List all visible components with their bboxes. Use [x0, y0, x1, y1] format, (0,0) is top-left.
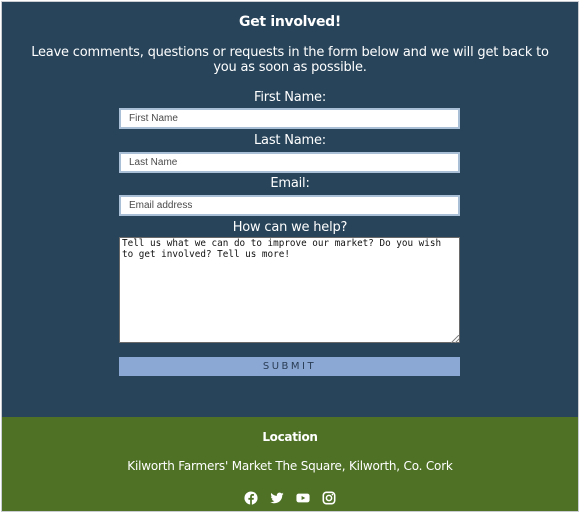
resize-handle[interactable] — [451, 335, 459, 343]
help-textarea[interactable] — [119, 237, 460, 343]
first-name-field[interactable] — [119, 108, 460, 129]
contact-section: Get involved! Leave comments, questions … — [2, 2, 578, 417]
email-label: Email: — [270, 176, 310, 191]
instagram-icon[interactable] — [322, 491, 336, 505]
submit-button[interactable]: SUBMIT — [119, 357, 460, 376]
facebook-icon[interactable] — [244, 491, 258, 505]
email-field[interactable] — [119, 195, 460, 216]
help-label: How can we help? — [232, 220, 348, 235]
last-name-label: Last Name: — [254, 133, 326, 148]
footer: Location Kilworth Farmers' Market The Sq… — [2, 417, 578, 511]
social-links — [2, 491, 578, 505]
twitter-icon[interactable] — [270, 491, 284, 505]
youtube-icon[interactable] — [296, 491, 310, 505]
location-title: Location — [262, 430, 318, 444]
contact-title: Get involved! — [239, 14, 341, 30]
page: Get involved! Leave comments, questions … — [1, 1, 579, 512]
contact-intro: Leave comments, questions or requests in… — [31, 45, 549, 75]
location-address: Kilworth Farmers' Market The Square, Kil… — [127, 459, 453, 473]
first-name-label: First Name: — [253, 90, 327, 105]
last-name-field[interactable] — [119, 152, 460, 173]
